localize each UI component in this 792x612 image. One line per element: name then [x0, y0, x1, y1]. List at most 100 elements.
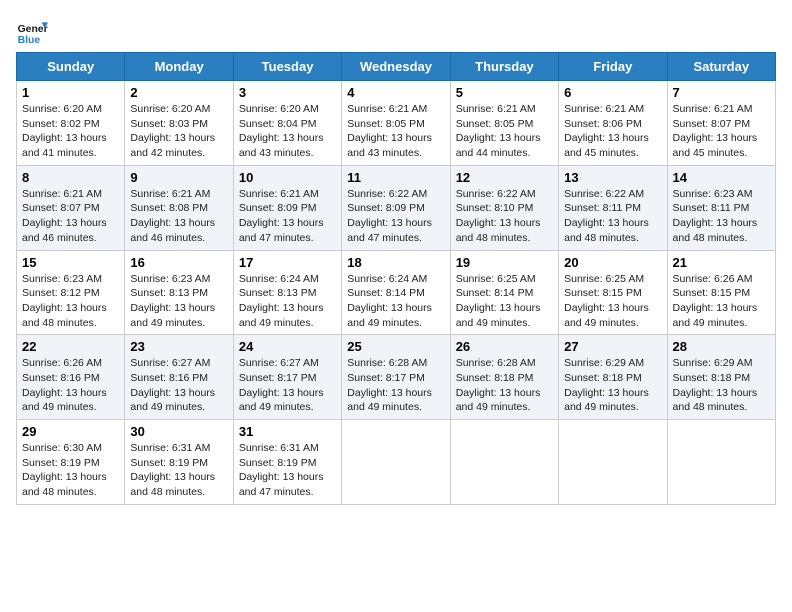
day-number: 12: [456, 170, 553, 185]
calendar-cell: 16Sunrise: 6:23 AMSunset: 8:13 PMDayligh…: [125, 250, 233, 335]
day-number: 3: [239, 85, 336, 100]
calendar-cell: 18Sunrise: 6:24 AMSunset: 8:14 PMDayligh…: [342, 250, 450, 335]
calendar-cell: 17 Sunrise: 6:24 AMSunset: 8:13 PMDayligh…: [233, 250, 341, 335]
calendar-cell: 22Sunrise: 6:26 AMSunset: 8:16 PMDayligh…: [17, 335, 125, 420]
day-info: Sunrise: 6:25 AMSunset: 8:15 PMDaylight:…: [564, 272, 661, 331]
calendar-cell: 9Sunrise: 6:21 AMSunset: 8:08 PMDaylight…: [125, 165, 233, 250]
calendar-cell: 14 Sunrise: 6:23 AMSunset: 8:11 PMDayligh…: [667, 165, 775, 250]
calendar-cell: 25Sunrise: 6:28 AMSunset: 8:17 PMDayligh…: [342, 335, 450, 420]
day-info: Sunrise: 6:25 AMSunset: 8:14 PMDaylight:…: [456, 272, 553, 331]
day-number: 5: [456, 85, 553, 100]
calendar-cell: 24 Sunrise: 6:27 AMSunset: 8:17 PMDayligh…: [233, 335, 341, 420]
day-number: 8: [22, 170, 119, 185]
day-number: 31: [239, 424, 336, 439]
day-info: Sunrise: 6:21 AMSunset: 8:05 PMDaylight:…: [456, 102, 553, 161]
day-number: 19: [456, 255, 553, 270]
day-info: Sunrise: 6:22 AMSunset: 8:11 PMDaylight:…: [564, 187, 661, 246]
day-info: Sunrise: 6:23 AMSunset: 8:11 PMDaylight:…: [673, 187, 770, 246]
calendar-cell: 28 Sunrise: 6:29 AMSunset: 8:18 PMDayligh…: [667, 335, 775, 420]
day-number: 26: [456, 339, 553, 354]
calendar-cell: 8Sunrise: 6:21 AMSunset: 8:07 PMDaylight…: [17, 165, 125, 250]
day-info: Sunrise: 6:29 AMSunset: 8:18 PMDaylight:…: [673, 356, 770, 415]
calendar-cell: 23Sunrise: 6:27 AMSunset: 8:16 PMDayligh…: [125, 335, 233, 420]
calendar-cell: [450, 420, 558, 505]
calendar-cell: [559, 420, 667, 505]
col-header-wednesday: Wednesday: [342, 53, 450, 81]
day-number: 20: [564, 255, 661, 270]
day-number: 25: [347, 339, 444, 354]
calendar-cell: 5 Sunrise: 6:21 AMSunset: 8:05 PMDaylight…: [450, 81, 558, 166]
col-header-tuesday: Tuesday: [233, 53, 341, 81]
day-number: 22: [22, 339, 119, 354]
day-info: Sunrise: 6:20 AMSunset: 8:02 PMDaylight:…: [22, 102, 119, 161]
calendar-cell: [342, 420, 450, 505]
col-header-friday: Friday: [559, 53, 667, 81]
calendar-cell: 15Sunrise: 6:23 AMSunset: 8:12 PMDayligh…: [17, 250, 125, 335]
logo-icon: General Blue: [16, 16, 48, 48]
day-info: Sunrise: 6:21 AMSunset: 8:07 PMDaylight:…: [673, 102, 770, 161]
calendar-cell: 31 Sunrise: 6:31 AMSunset: 8:19 PMDayligh…: [233, 420, 341, 505]
col-header-monday: Monday: [125, 53, 233, 81]
day-number: 16: [130, 255, 227, 270]
calendar-cell: 3 Sunrise: 6:20 AMSunset: 8:04 PMDaylight…: [233, 81, 341, 166]
day-info: Sunrise: 6:21 AMSunset: 8:06 PMDaylight:…: [564, 102, 661, 161]
calendar-cell: 12 Sunrise: 6:22 AMSunset: 8:10 PMDayligh…: [450, 165, 558, 250]
day-info: Sunrise: 6:27 AMSunset: 8:16 PMDaylight:…: [130, 356, 227, 415]
day-number: 14: [673, 170, 770, 185]
day-info: Sunrise: 6:21 AMSunset: 8:05 PMDaylight:…: [347, 102, 444, 161]
calendar-week-row: 29 Sunrise: 6:30 AMSunset: 8:19 PMDayligh…: [17, 420, 776, 505]
day-number: 27: [564, 339, 661, 354]
day-number: 10: [239, 170, 336, 185]
day-number: 6: [564, 85, 661, 100]
day-number: 28: [673, 339, 770, 354]
calendar-cell: 6 Sunrise: 6:21 AMSunset: 8:06 PMDaylight…: [559, 81, 667, 166]
calendar-cell: 30 Sunrise: 6:31 AMSunset: 8:19 PMDayligh…: [125, 420, 233, 505]
calendar-cell: 13 Sunrise: 6:22 AMSunset: 8:11 PMDayligh…: [559, 165, 667, 250]
col-header-thursday: Thursday: [450, 53, 558, 81]
day-number: 1: [22, 85, 119, 100]
day-number: 29: [22, 424, 119, 439]
day-number: 18: [347, 255, 444, 270]
calendar-cell: 10Sunrise: 6:21 AMSunset: 8:09 PMDayligh…: [233, 165, 341, 250]
day-info: Sunrise: 6:31 AMSunset: 8:19 PMDaylight:…: [239, 441, 336, 500]
svg-text:Blue: Blue: [18, 35, 41, 46]
calendar-cell: 11 Sunrise: 6:22 AMSunset: 8:09 PMDayligh…: [342, 165, 450, 250]
day-number: 9: [130, 170, 227, 185]
day-info: Sunrise: 6:30 AMSunset: 8:19 PMDaylight:…: [22, 441, 119, 500]
day-info: Sunrise: 6:20 AMSunset: 8:03 PMDaylight:…: [130, 102, 227, 161]
calendar-week-row: 15Sunrise: 6:23 AMSunset: 8:12 PMDayligh…: [17, 250, 776, 335]
calendar-cell: 2 Sunrise: 6:20 AMSunset: 8:03 PMDaylight…: [125, 81, 233, 166]
calendar-cell: 4 Sunrise: 6:21 AMSunset: 8:05 PMDaylight…: [342, 81, 450, 166]
logo: General Blue: [16, 16, 54, 48]
calendar-cell: [667, 420, 775, 505]
day-number: 17: [239, 255, 336, 270]
calendar-cell: 20 Sunrise: 6:25 AMSunset: 8:15 PMDayligh…: [559, 250, 667, 335]
day-number: 2: [130, 85, 227, 100]
col-header-sunday: Sunday: [17, 53, 125, 81]
day-number: 11: [347, 170, 444, 185]
calendar-cell: 1 Sunrise: 6:20 AMSunset: 8:02 PMDaylight…: [17, 81, 125, 166]
day-number: 30: [130, 424, 227, 439]
day-number: 4: [347, 85, 444, 100]
day-info: Sunrise: 6:22 AMSunset: 8:10 PMDaylight:…: [456, 187, 553, 246]
calendar-cell: 7 Sunrise: 6:21 AMSunset: 8:07 PMDaylight…: [667, 81, 775, 166]
day-info: Sunrise: 6:20 AMSunset: 8:04 PMDaylight:…: [239, 102, 336, 161]
day-info: Sunrise: 6:24 AMSunset: 8:13 PMDaylight:…: [239, 272, 336, 331]
day-info: Sunrise: 6:27 AMSunset: 8:17 PMDaylight:…: [239, 356, 336, 415]
calendar-week-row: 1 Sunrise: 6:20 AMSunset: 8:02 PMDaylight…: [17, 81, 776, 166]
page-header: General Blue: [16, 16, 776, 48]
calendar-header-row: SundayMondayTuesdayWednesdayThursdayFrid…: [17, 53, 776, 81]
day-info: Sunrise: 6:26 AMSunset: 8:15 PMDaylight:…: [673, 272, 770, 331]
day-number: 7: [673, 85, 770, 100]
day-info: Sunrise: 6:31 AMSunset: 8:19 PMDaylight:…: [130, 441, 227, 500]
day-info: Sunrise: 6:28 AMSunset: 8:18 PMDaylight:…: [456, 356, 553, 415]
day-number: 24: [239, 339, 336, 354]
calendar-cell: 26 Sunrise: 6:28 AMSunset: 8:18 PMDayligh…: [450, 335, 558, 420]
day-number: 21: [673, 255, 770, 270]
col-header-saturday: Saturday: [667, 53, 775, 81]
calendar-cell: 21 Sunrise: 6:26 AMSunset: 8:15 PMDayligh…: [667, 250, 775, 335]
day-number: 13: [564, 170, 661, 185]
calendar-week-row: 22Sunrise: 6:26 AMSunset: 8:16 PMDayligh…: [17, 335, 776, 420]
day-info: Sunrise: 6:22 AMSunset: 8:09 PMDaylight:…: [347, 187, 444, 246]
calendar-cell: 29 Sunrise: 6:30 AMSunset: 8:19 PMDayligh…: [17, 420, 125, 505]
